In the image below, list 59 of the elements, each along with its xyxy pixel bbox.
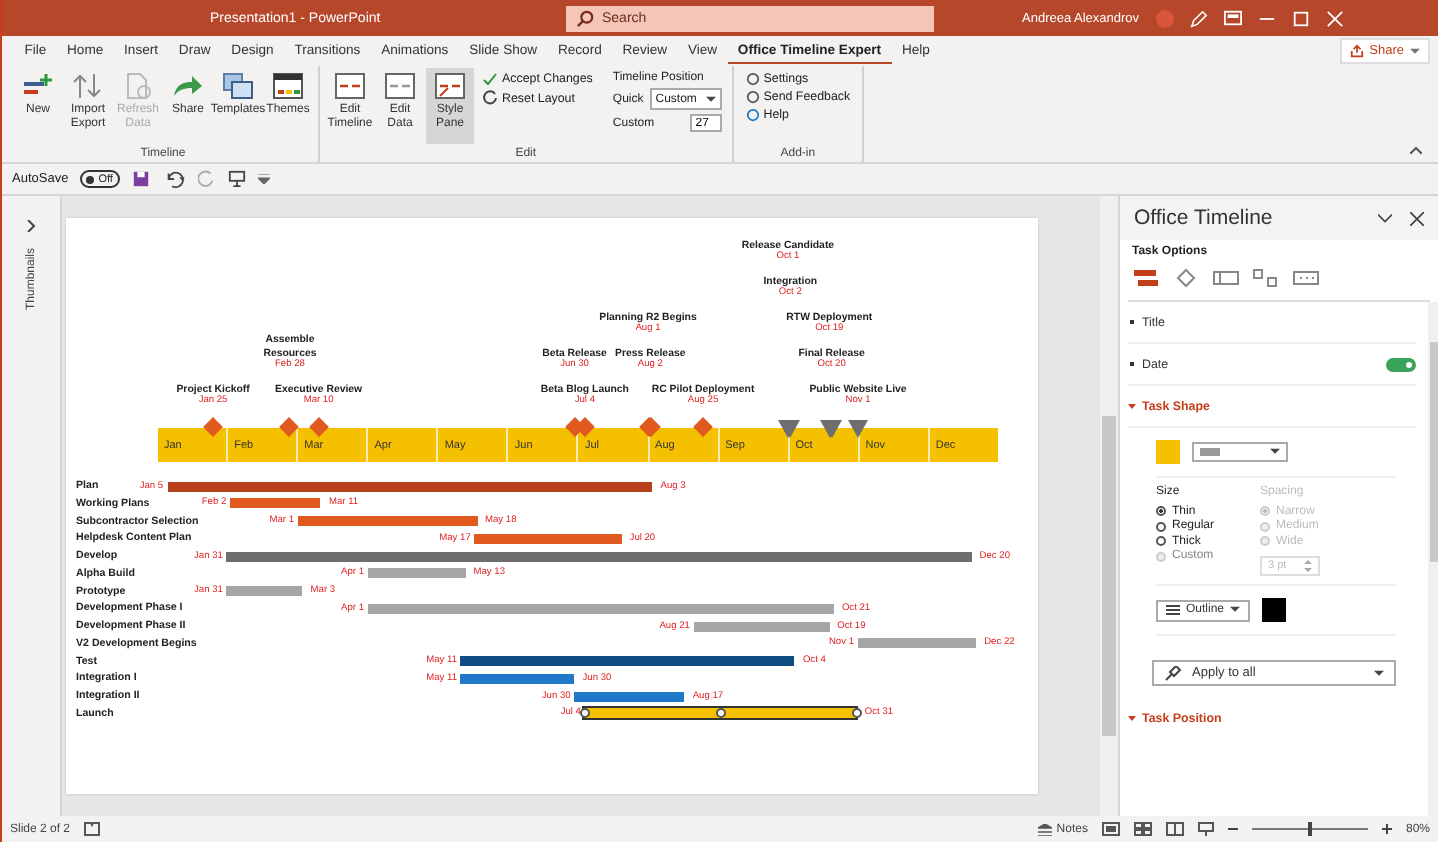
maximize-icon[interactable] <box>1291 9 1310 27</box>
chevron-icon[interactable] <box>1378 213 1392 223</box>
option-tab-icon[interactable] <box>1172 268 1200 288</box>
zoom-in-icon[interactable] <box>1381 824 1392 834</box>
spinner-arrows-icon <box>1304 560 1312 572</box>
caret-icon <box>1270 448 1280 456</box>
triangle-marker <box>848 420 868 438</box>
ribbon-display-icon[interactable] <box>1223 10 1242 26</box>
slideshow-icon[interactable] <box>1197 822 1214 836</box>
zoom-out-icon[interactable] <box>1227 824 1238 834</box>
expand-icon[interactable] <box>26 220 36 232</box>
refresh-icon <box>482 90 498 106</box>
shape-dropdown[interactable] <box>1192 442 1288 462</box>
option-tab-icon[interactable] <box>1132 268 1160 288</box>
normal-view-icon[interactable] <box>1101 822 1120 836</box>
presentation-icon[interactable] <box>228 170 247 188</box>
share-icon <box>1349 44 1364 58</box>
command-icon <box>222 72 254 100</box>
bullet-icon <box>1128 402 1136 410</box>
caret-icon <box>705 95 716 103</box>
selection-handle[interactable] <box>715 708 726 719</box>
slide-sorter-icon[interactable] <box>1133 822 1152 836</box>
option-tab-icon[interactable] <box>1292 268 1320 288</box>
selection-handle[interactable] <box>579 708 590 719</box>
selection-handle[interactable] <box>851 708 862 719</box>
reading-view-icon[interactable] <box>1165 822 1184 836</box>
pen-icon[interactable] <box>1189 9 1208 27</box>
scrollbar[interactable] <box>1100 196 1118 816</box>
close-icon[interactable] <box>1410 211 1424 225</box>
pane-title: Office Timeline <box>1134 206 1273 230</box>
bullet-icon <box>1128 318 1136 326</box>
collapse-ribbon-icon[interactable] <box>1410 146 1422 154</box>
timeline-icon <box>384 72 416 100</box>
book-icon[interactable] <box>84 822 101 836</box>
bullet-icon <box>1128 714 1136 722</box>
timeline-icon <box>334 72 366 100</box>
command-icon <box>272 72 304 100</box>
bullet-icon <box>1128 360 1136 368</box>
notes-icon <box>1038 823 1053 835</box>
option-tab-icon[interactable] <box>1212 268 1240 288</box>
undo-icon[interactable] <box>162 170 187 188</box>
date-toggle[interactable] <box>1386 357 1416 371</box>
caret-icon <box>1230 606 1241 614</box>
customize-icon[interactable] <box>258 174 271 184</box>
brush-icon <box>1164 665 1182 681</box>
save-icon[interactable] <box>132 170 151 188</box>
caret-icon <box>1410 47 1420 55</box>
command-icon <box>72 72 104 100</box>
fill-color-swatch[interactable] <box>1156 440 1180 464</box>
command-icon <box>172 72 204 100</box>
caret-icon <box>1374 669 1384 677</box>
checkmark-icon <box>482 72 498 86</box>
outline-color-swatch[interactable] <box>1262 598 1287 622</box>
scrollbar[interactable] <box>1428 302 1438 816</box>
command-icon <box>22 72 54 100</box>
option-tab-icon[interactable] <box>1252 268 1280 288</box>
command-icon <box>122 72 154 100</box>
timeline-icon <box>434 72 466 100</box>
lines-icon <box>1166 604 1180 616</box>
